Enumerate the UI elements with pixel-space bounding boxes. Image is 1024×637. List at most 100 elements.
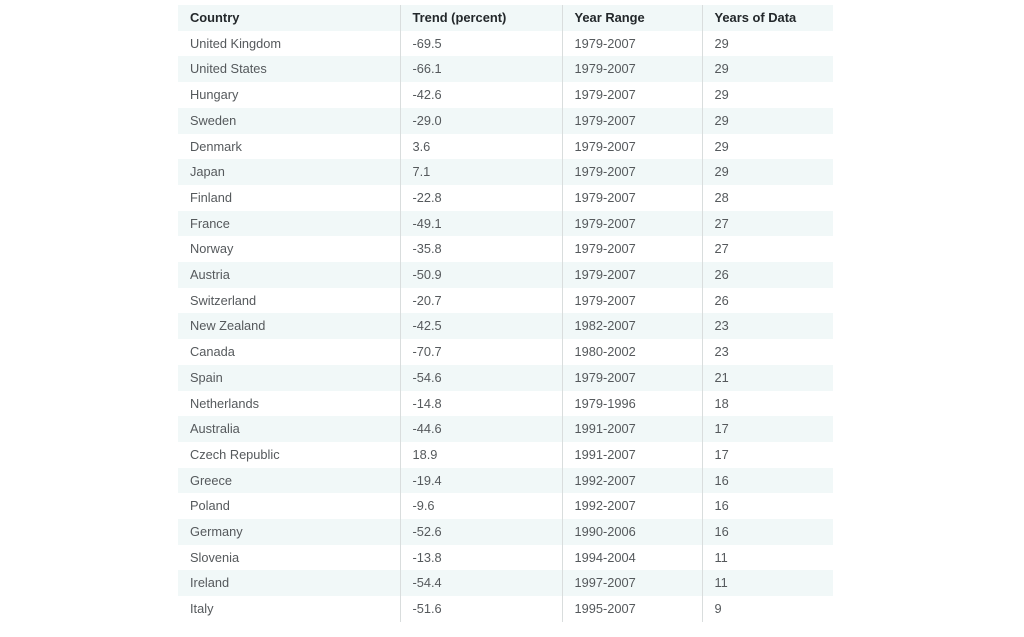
table-row: Denmark 3.6 1979-2007 29 (178, 133, 833, 160)
cell-country: Canada (178, 339, 401, 365)
cell-country: Ireland (178, 570, 401, 597)
cell-country: Hungary (178, 82, 401, 108)
cell-range: 1995-2007 (562, 596, 703, 622)
cell-trend: -29.0 (400, 107, 563, 134)
column-header-trend[interactable]: Trend (percent) (400, 5, 563, 31)
cell-range: 1997-2007 (562, 570, 703, 597)
cell-trend: -70.7 (400, 339, 563, 365)
cell-country: France (178, 210, 401, 237)
cell-country: Italy (178, 596, 401, 622)
table-row: New Zealand -42.5 1982-2007 23 (178, 313, 833, 340)
table-row: Hungary -42.6 1979-2007 29 (178, 82, 833, 108)
cell-trend: -22.8 (400, 184, 563, 211)
cell-years: 16 (702, 519, 833, 545)
table-row: Canada -70.7 1980-2002 23 (178, 339, 833, 365)
cell-years: 27 (702, 236, 833, 263)
cell-years: 23 (702, 339, 833, 365)
table-header-row: Country Trend (percent) Year Range Years… (178, 5, 833, 31)
table-row: France -49.1 1979-2007 27 (178, 210, 833, 237)
cell-range: 1991-2007 (562, 441, 703, 468)
cell-country: Slovenia (178, 544, 401, 571)
table-row: Greece -19.4 1992-2007 16 (178, 467, 833, 494)
cell-years: 16 (702, 467, 833, 494)
cell-trend: -66.1 (400, 56, 563, 83)
table-row: Ireland -54.4 1997-2007 11 (178, 570, 833, 597)
column-header-country[interactable]: Country (178, 5, 401, 31)
table-row: Finland -22.8 1979-2007 28 (178, 184, 833, 211)
cell-years: 9 (702, 596, 833, 622)
table-row: Netherlands -14.8 1979-1996 18 (178, 390, 833, 417)
cell-trend: -52.6 (400, 519, 563, 545)
cell-trend: 3.6 (400, 133, 563, 160)
cell-range: 1979-2007 (562, 30, 703, 57)
cell-country: Australia (178, 416, 401, 442)
cell-country: New Zealand (178, 313, 401, 340)
cell-range: 1994-2004 (562, 544, 703, 571)
cell-range: 1979-2007 (562, 210, 703, 237)
cell-range: 1992-2007 (562, 493, 703, 520)
cell-years: 29 (702, 82, 833, 108)
cell-range: 1979-2007 (562, 133, 703, 160)
cell-trend: -14.8 (400, 390, 563, 417)
cell-trend: -54.6 (400, 364, 563, 391)
cell-years: 29 (702, 56, 833, 83)
cell-years: 29 (702, 133, 833, 160)
table-row: Italy -51.6 1995-2007 9 (178, 596, 833, 622)
cell-range: 1980-2002 (562, 339, 703, 365)
cell-country: Sweden (178, 107, 401, 134)
cell-years: 11 (702, 570, 833, 597)
cell-years: 23 (702, 313, 833, 340)
cell-trend: -13.8 (400, 544, 563, 571)
cell-years: 29 (702, 159, 833, 185)
table-row: Poland -9.6 1992-2007 16 (178, 493, 833, 520)
table-row: Austria -50.9 1979-2007 26 (178, 262, 833, 288)
table-row: Czech Republic 18.9 1991-2007 17 (178, 441, 833, 468)
column-header-year-range[interactable]: Year Range (562, 5, 703, 31)
column-header-years-of-data[interactable]: Years of Data (702, 5, 833, 31)
cell-range: 1990-2006 (562, 519, 703, 545)
cell-years: 17 (702, 441, 833, 468)
cell-years: 18 (702, 390, 833, 417)
table-row: Sweden -29.0 1979-2007 29 (178, 107, 833, 134)
cell-range: 1979-2007 (562, 159, 703, 185)
cell-years: 21 (702, 364, 833, 391)
cell-country: Netherlands (178, 390, 401, 417)
cell-trend: -49.1 (400, 210, 563, 237)
cell-country: Japan (178, 159, 401, 185)
table-row: Spain -54.6 1979-2007 21 (178, 364, 833, 391)
cell-country: Switzerland (178, 287, 401, 314)
cell-trend: -20.7 (400, 287, 563, 314)
cell-range: 1991-2007 (562, 416, 703, 442)
cell-range: 1979-1996 (562, 390, 703, 417)
cell-trend: -9.6 (400, 493, 563, 520)
cell-country: United States (178, 56, 401, 83)
cell-range: 1979-2007 (562, 184, 703, 211)
table-row: Australia -44.6 1991-2007 17 (178, 416, 833, 442)
cell-trend: -19.4 (400, 467, 563, 494)
table-row: United States -66.1 1979-2007 29 (178, 56, 833, 83)
cell-trend: 18.9 (400, 441, 563, 468)
cell-years: 27 (702, 210, 833, 237)
cell-range: 1992-2007 (562, 467, 703, 494)
cell-range: 1979-2007 (562, 56, 703, 83)
cell-years: 17 (702, 416, 833, 442)
cell-country: Denmark (178, 133, 401, 160)
table-row: Japan 7.1 1979-2007 29 (178, 159, 833, 185)
cell-country: Finland (178, 184, 401, 211)
cell-country: Spain (178, 364, 401, 391)
cell-range: 1979-2007 (562, 82, 703, 108)
cell-trend: -42.6 (400, 82, 563, 108)
data-table-container: Country Trend (percent) Year Range Years… (178, 5, 833, 622)
table-header: Country Trend (percent) Year Range Years… (178, 5, 833, 31)
cell-country: Austria (178, 262, 401, 288)
table-row: Norway -35.8 1979-2007 27 (178, 236, 833, 263)
cell-trend: -42.5 (400, 313, 563, 340)
cell-years: 29 (702, 107, 833, 134)
cell-country: Czech Republic (178, 441, 401, 468)
cell-range: 1979-2007 (562, 262, 703, 288)
cell-range: 1979-2007 (562, 236, 703, 263)
cell-country: United Kingdom (178, 30, 401, 57)
cell-range: 1979-2007 (562, 107, 703, 134)
cell-trend: -35.8 (400, 236, 563, 263)
table-row: Slovenia -13.8 1994-2004 11 (178, 544, 833, 571)
